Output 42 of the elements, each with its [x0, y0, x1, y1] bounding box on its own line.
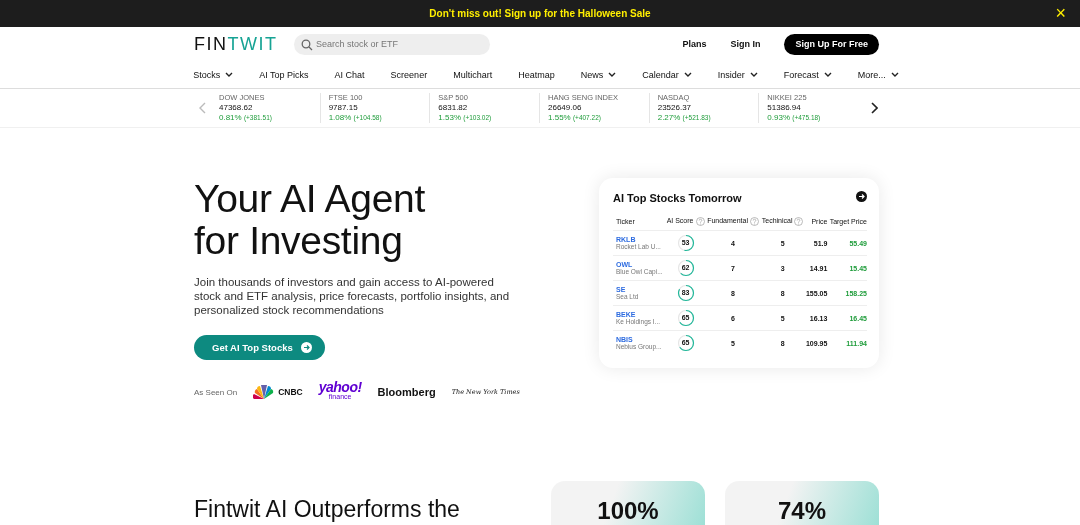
search-icon: [301, 38, 313, 51]
index-value: 26649.06: [548, 103, 583, 113]
arrow-icon: [856, 191, 867, 202]
index-value: 6831.82: [438, 103, 469, 113]
open-button[interactable]: [856, 190, 867, 205]
stat-value: 74%: [777, 498, 826, 525]
cnbc-logo: CNBC: [253, 385, 303, 399]
stat-value: 100%: [597, 498, 659, 525]
close-button[interactable]: ×: [1055, 4, 1066, 22]
as-seen-on-label: As Seen On: [194, 387, 238, 397]
promo-text[interactable]: Don't miss out! Sign up for the Halloween Sale: [429, 8, 651, 19]
index-value: 23526.37: [657, 103, 693, 113]
peacock-icon: [253, 385, 276, 399]
search-field[interactable]: Search stock or ETF: [294, 33, 490, 55]
chevron-left-icon: [199, 102, 207, 114]
nav-item[interactable]: AI Top Picks: [246, 69, 322, 80]
nav-item[interactable]: Insider: [704, 69, 771, 80]
nav-item[interactable]: News: [567, 69, 630, 80]
cta-button[interactable]: Get AI Top Stocks: [194, 335, 325, 360]
nav-item[interactable]: Heatmap: [505, 69, 568, 80]
nav-item[interactable]: Screener: [377, 69, 441, 80]
nav-item[interactable]: More...: [844, 69, 912, 80]
index-value: 9787.15: [328, 103, 359, 113]
bloomberg-logo: Bloomberg: [377, 386, 436, 398]
index-value: 47368.62: [219, 103, 254, 113]
arrow-icon: [300, 342, 312, 353]
nav-item[interactable]: Forecast: [770, 69, 845, 80]
nav-item[interactable]: Stocks: [180, 69, 247, 80]
section-heading: Fintwit AI Outperforms the: [194, 496, 460, 524]
card-title: AI Top Stocks Tomorrow: [613, 191, 742, 204]
hero-title: Your AI Agent for Investing: [194, 178, 427, 262]
signup-button[interactable]: Sign Up For Free: [784, 33, 879, 55]
nav-item[interactable]: Multichart: [440, 69, 506, 80]
header-link[interactable]: Plans: [682, 39, 707, 49]
header-link[interactable]: Sign In: [730, 39, 761, 49]
nav-item[interactable]: AI Chat: [321, 69, 378, 80]
index-value: 51386.94: [767, 103, 802, 113]
next-button[interactable]: [868, 102, 880, 114]
logo[interactable]: FINTWIT: [194, 33, 294, 55]
nav-item[interactable]: Calendar: [629, 69, 705, 80]
hero-description: Join thousands of investors and gain access to AI-powered stock and ETF analysis, price forecasts, portfolio insights, and personalized stock recommendations: [194, 275, 511, 317]
chevron-right-icon: [870, 102, 878, 114]
